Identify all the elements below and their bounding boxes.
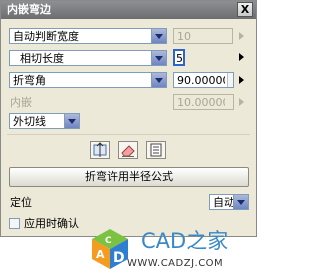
position-value: 自动 <box>213 196 235 209</box>
angle-menu-arrow-icon[interactable] <box>237 73 246 87</box>
chevron-down-icon[interactable] <box>151 29 166 43</box>
length-value-field[interactable]: 5 <box>173 49 185 66</box>
chevron-down-icon[interactable] <box>151 73 166 87</box>
tangent-mode-value: 外切线 <box>13 115 46 128</box>
width-mode-value: 自动判断宽度 <box>13 30 79 43</box>
angle-value-field[interactable]: 90.00000 <box>173 72 234 88</box>
watermark-brand: CAD之家 <box>141 229 229 253</box>
length-type-select[interactable]: 相切长度 <box>9 50 167 66</box>
inset-menu-arrow-icon <box>237 95 246 109</box>
position-label: 定位 <box>10 196 32 209</box>
angle-type-value: 折弯角 <box>13 74 46 87</box>
close-button[interactable]: X <box>237 2 253 17</box>
apply-confirm-checkbox[interactable] <box>9 218 20 229</box>
width-value: 10 <box>177 30 191 43</box>
bend-radius-formula-button[interactable]: 折弯许用半径公式 <box>9 167 249 187</box>
chevron-down-icon[interactable] <box>151 51 166 65</box>
chevron-down-icon[interactable] <box>64 114 79 128</box>
position-select[interactable]: 自动 <box>209 194 249 210</box>
eraser-button[interactable] <box>118 141 138 159</box>
length-value: 5 <box>176 52 182 65</box>
bend-param-button[interactable] <box>90 141 110 159</box>
svg-text:C: C <box>105 236 112 246</box>
width-menu-arrow-icon <box>237 29 246 43</box>
apply-confirm-label: 应用时确认 <box>24 217 79 230</box>
divider <box>7 134 250 135</box>
chevron-down-icon[interactable] <box>233 195 248 209</box>
cadzj-watermark: D A C CAD之家 WWW.CADZJ.COM <box>88 221 257 273</box>
tangent-mode-select[interactable]: 外切线 <box>9 113 80 129</box>
inset-value-field: 10.00000 <box>173 94 234 110</box>
angle-spinner[interactable] <box>227 73 233 87</box>
list-icon <box>150 143 162 157</box>
svg-text:A: A <box>96 248 105 261</box>
length-menu-arrow-icon[interactable] <box>237 50 246 64</box>
length-type-value: 相切长度 <box>20 52 64 65</box>
title-bar[interactable]: 内嵌弯边 X <box>1 1 256 19</box>
dialog-title: 内嵌弯边 <box>7 3 51 16</box>
angle-value: 90.00000 <box>177 74 225 87</box>
bend-param-icon <box>93 142 107 157</box>
eraser-icon <box>121 145 135 157</box>
inset-value: 10.00000 <box>177 96 225 109</box>
inset-flange-dialog: 内嵌弯边 X 自动判断宽度 10 相切长度 5 折弯角 90.00000 内嵌 … <box>0 0 257 237</box>
list-button[interactable] <box>146 141 166 159</box>
inset-label: 内嵌 <box>10 96 32 109</box>
svg-text:D: D <box>113 250 125 266</box>
width-value-field: 10 <box>173 28 233 44</box>
angle-type-select[interactable]: 折弯角 <box>9 72 167 88</box>
watermark-url: WWW.CADZJ.COM <box>127 258 224 269</box>
width-mode-select[interactable]: 自动判断宽度 <box>9 28 167 44</box>
